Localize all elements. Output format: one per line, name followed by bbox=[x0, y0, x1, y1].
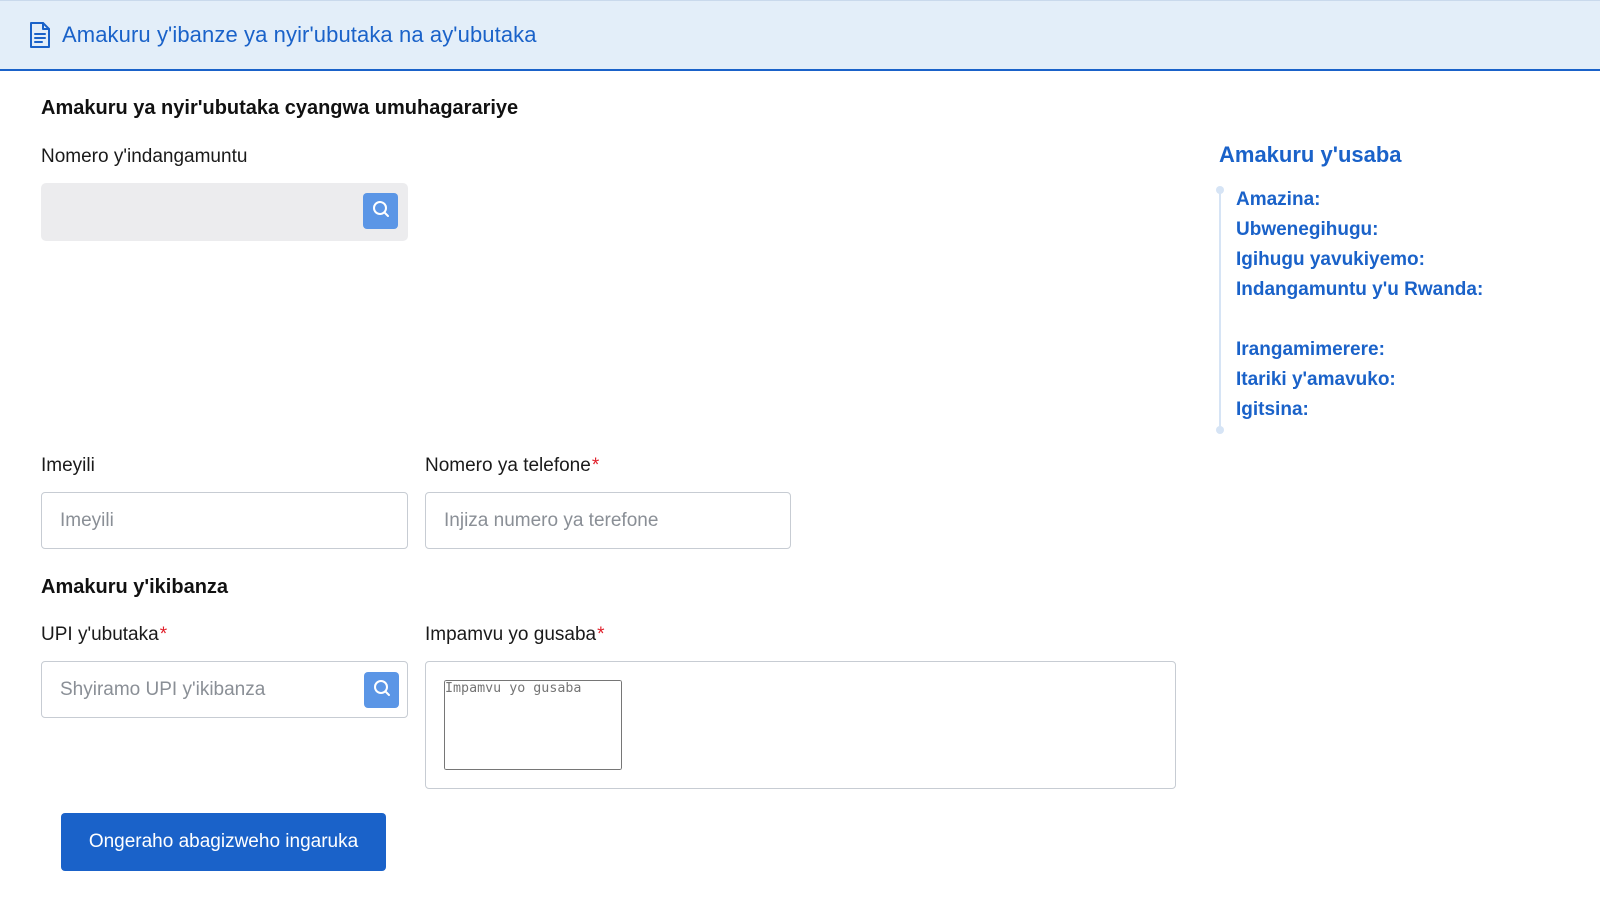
applicant-field-gender: Igitsina: bbox=[1236, 399, 1309, 420]
upi-input[interactable] bbox=[60, 678, 355, 701]
reason-textarea[interactable] bbox=[444, 680, 622, 770]
reason-label-text: Impamvu yo gusaba bbox=[425, 624, 597, 645]
phone-label-text: Nomero ya telefone bbox=[425, 455, 591, 476]
applicant-field-rwanda-id: Indangamuntu y'u Rwanda: bbox=[1236, 279, 1484, 300]
applicant-field-birth-date: Itariki y'amavuko: bbox=[1236, 369, 1396, 390]
owner-section-title: Amakuru ya nyir'ubutaka cyangwa umuhagar… bbox=[41, 97, 519, 119]
reason-label: Impamvu yo gusaba* bbox=[425, 624, 605, 646]
plot-section-title: Amakuru y'ikibanza bbox=[41, 576, 229, 598]
email-field[interactable] bbox=[41, 492, 408, 549]
upi-field[interactable] bbox=[41, 661, 408, 718]
page-header: Amakuru y'ibanze ya nyir'ubutaka na ay'u… bbox=[0, 0, 1600, 71]
required-mark: * bbox=[591, 455, 600, 476]
id-number-input[interactable] bbox=[41, 183, 408, 241]
id-search-button[interactable] bbox=[363, 193, 398, 229]
reason-field[interactable] bbox=[425, 661, 1176, 789]
id-number-text[interactable] bbox=[55, 197, 355, 227]
id-number-label: Nomero y'indangamuntu bbox=[41, 146, 248, 167]
phone-label: Nomero ya telefone* bbox=[425, 455, 599, 477]
required-mark: * bbox=[597, 624, 605, 645]
search-icon bbox=[371, 199, 391, 224]
applicant-field-marital-status: Irangamimerere: bbox=[1236, 339, 1385, 360]
phone-input[interactable] bbox=[444, 509, 790, 532]
header-title: Amakuru y'ibanze ya nyir'ubutaka na ay'u… bbox=[62, 22, 537, 47]
panel-timeline-dot bbox=[1216, 186, 1224, 194]
panel-timeline-line bbox=[1219, 188, 1221, 432]
email-label: Imeyili bbox=[41, 455, 95, 476]
upi-search-button[interactable] bbox=[364, 672, 399, 708]
panel-timeline-dot bbox=[1216, 426, 1224, 434]
applicant-field-nationality: Ubwenegihugu: bbox=[1236, 219, 1379, 240]
search-icon bbox=[372, 678, 392, 703]
upi-label: UPI y'ubutaka* bbox=[41, 624, 167, 646]
document-icon bbox=[28, 21, 52, 49]
email-input[interactable] bbox=[60, 509, 407, 532]
applicant-panel-title: Amakuru y'usaba bbox=[1219, 142, 1402, 167]
upi-label-text: UPI y'ubutaka bbox=[41, 624, 159, 645]
phone-field[interactable] bbox=[425, 492, 791, 549]
applicant-field-names: Amazina: bbox=[1236, 189, 1321, 210]
add-affected-button[interactable]: Ongeraho abagizweho ingaruka bbox=[61, 813, 386, 871]
applicant-field-birth-country: Igihugu yavukiyemo: bbox=[1236, 249, 1425, 270]
required-mark: * bbox=[159, 624, 168, 645]
